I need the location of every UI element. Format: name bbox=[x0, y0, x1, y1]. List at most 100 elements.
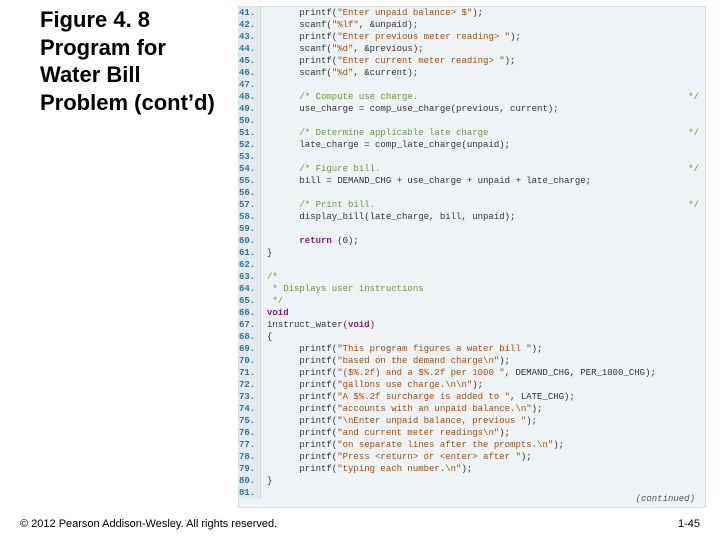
code-line: 51. /* Determine applicable late charge*… bbox=[239, 127, 705, 139]
line-number: 81. bbox=[239, 487, 261, 499]
slide-title: Figure 4. 8 Program for Water Bill Probl… bbox=[40, 6, 230, 116]
code-line: 48. /* Compute use charge.*/ bbox=[239, 91, 705, 103]
line-number: 64. bbox=[239, 283, 261, 295]
code-line: 57. /* Print bill.*/ bbox=[239, 199, 705, 211]
line-number: 50. bbox=[239, 115, 261, 127]
code-line: 60. return (0); bbox=[239, 235, 705, 247]
line-number: 46. bbox=[239, 67, 261, 79]
code-line: 72. printf("gallons use charge.\n\n"); bbox=[239, 379, 705, 391]
code-line: 71. printf("($%.2f) and a $%.2f per 1000… bbox=[239, 367, 705, 379]
code-text: */ bbox=[261, 295, 283, 307]
line-number: 43. bbox=[239, 31, 261, 43]
line-number: 73. bbox=[239, 391, 261, 403]
code-text: printf("accounts with an unpaid balance.… bbox=[261, 403, 542, 415]
code-text bbox=[261, 259, 267, 271]
code-text: } bbox=[261, 475, 272, 487]
code-text: printf("and current meter readings\n"); bbox=[261, 427, 510, 439]
code-text: printf("Enter current meter reading> "); bbox=[261, 55, 515, 67]
line-number: 59. bbox=[239, 223, 261, 235]
code-line: 49. use_charge = comp_use_charge(previou… bbox=[239, 103, 705, 115]
comment-end: */ bbox=[688, 127, 699, 139]
line-number: 68. bbox=[239, 331, 261, 343]
line-number: 42. bbox=[239, 19, 261, 31]
code-text: /* Compute use charge. bbox=[261, 91, 418, 103]
code-text: display_bill(late_charge, bill, unpaid); bbox=[261, 211, 515, 223]
code-line: 44. scanf("%d", &previous); bbox=[239, 43, 705, 55]
code-line: 53. bbox=[239, 151, 705, 163]
line-number: 65. bbox=[239, 295, 261, 307]
code-text: printf("Press <return> or <enter> after … bbox=[261, 451, 532, 463]
line-number: 49. bbox=[239, 103, 261, 115]
line-number: 67. bbox=[239, 319, 261, 331]
code-text: printf("Enter unpaid balance> $"); bbox=[261, 7, 483, 19]
code-text: printf("\nEnter unpaid balance, previous… bbox=[261, 415, 537, 427]
code-line: 75. printf("\nEnter unpaid balance, prev… bbox=[239, 415, 705, 427]
code-text bbox=[261, 151, 267, 163]
code-line: 70. printf("based on the demand charge\n… bbox=[239, 355, 705, 367]
line-number: 47. bbox=[239, 79, 261, 91]
code-line: 80.} bbox=[239, 475, 705, 487]
code-text: use_charge = comp_use_charge(previous, c… bbox=[261, 103, 559, 115]
line-number: 55. bbox=[239, 175, 261, 187]
comment-end: */ bbox=[688, 163, 699, 175]
code-text: printf("This program figures a water bil… bbox=[261, 343, 542, 355]
code-text: scanf("%d", &current); bbox=[261, 67, 418, 79]
line-number: 77. bbox=[239, 439, 261, 451]
code-line: 67.instruct_water(void) bbox=[239, 319, 705, 331]
line-number: 78. bbox=[239, 451, 261, 463]
code-line: 45. printf("Enter current meter reading>… bbox=[239, 55, 705, 67]
code-line: 52. late_charge = comp_late_charge(unpai… bbox=[239, 139, 705, 151]
code-line: 59. bbox=[239, 223, 705, 235]
line-number: 76. bbox=[239, 427, 261, 439]
continued-label: (continued) bbox=[636, 493, 695, 505]
code-text: printf("($%.2f) and a $%.2f per 1000 ", … bbox=[261, 367, 656, 379]
code-line: 62. bbox=[239, 259, 705, 271]
line-number: 69. bbox=[239, 343, 261, 355]
line-number: 71. bbox=[239, 367, 261, 379]
line-number: 60. bbox=[239, 235, 261, 247]
code-text bbox=[261, 223, 267, 235]
code-text: /* bbox=[261, 271, 278, 283]
code-text bbox=[261, 187, 267, 199]
code-line: 41. printf("Enter unpaid balance> $"); bbox=[239, 7, 705, 19]
code-text: * Displays user instructions bbox=[261, 283, 424, 295]
code-line: 42. scanf("%lf", &unpaid); bbox=[239, 19, 705, 31]
code-text: /* Figure bill. bbox=[261, 163, 380, 175]
line-number: 44. bbox=[239, 43, 261, 55]
code-line: 50. bbox=[239, 115, 705, 127]
line-number: 56. bbox=[239, 187, 261, 199]
code-text: printf("typing each number.\n"); bbox=[261, 463, 472, 475]
code-line: 68.{ bbox=[239, 331, 705, 343]
line-number: 45. bbox=[239, 55, 261, 67]
code-line: 58. display_bill(late_charge, bill, unpa… bbox=[239, 211, 705, 223]
code-line: 54. /* Figure bill.*/ bbox=[239, 163, 705, 175]
code-text: return (0); bbox=[261, 235, 359, 247]
code-text bbox=[261, 487, 267, 499]
code-line: 74. printf("accounts with an unpaid bala… bbox=[239, 403, 705, 415]
code-line: 56. bbox=[239, 187, 705, 199]
code-text: printf("Enter previous meter reading> ")… bbox=[261, 31, 521, 43]
code-line: 73. printf("A $%.2f surcharge is added t… bbox=[239, 391, 705, 403]
line-number: 53. bbox=[239, 151, 261, 163]
line-number: 48. bbox=[239, 91, 261, 103]
code-text: void bbox=[261, 307, 289, 319]
code-line: 43. printf("Enter previous meter reading… bbox=[239, 31, 705, 43]
code-text: instruct_water(void) bbox=[261, 319, 375, 331]
code-line: 78. printf("Press <return> or <enter> af… bbox=[239, 451, 705, 463]
code-line: 47. bbox=[239, 79, 705, 91]
line-number: 75. bbox=[239, 415, 261, 427]
code-text: late_charge = comp_late_charge(unpaid); bbox=[261, 139, 510, 151]
code-line: 61.} bbox=[239, 247, 705, 259]
code-line: 65. */ bbox=[239, 295, 705, 307]
code-text: scanf("%lf", &unpaid); bbox=[261, 19, 418, 31]
code-text: printf("based on the demand charge\n"); bbox=[261, 355, 510, 367]
line-number: 80. bbox=[239, 475, 261, 487]
code-line: 77. printf("on separate lines after the … bbox=[239, 439, 705, 451]
line-number: 72. bbox=[239, 379, 261, 391]
code-line: 64. * Displays user instructions bbox=[239, 283, 705, 295]
page-number: 1-45 bbox=[678, 518, 700, 530]
code-text: /* Determine applicable late charge bbox=[261, 127, 488, 139]
code-listing: 41. printf("Enter unpaid balance> $");42… bbox=[238, 6, 706, 508]
line-number: 57. bbox=[239, 199, 261, 211]
code-text: printf("A $%.2f surcharge is added to ",… bbox=[261, 391, 575, 403]
